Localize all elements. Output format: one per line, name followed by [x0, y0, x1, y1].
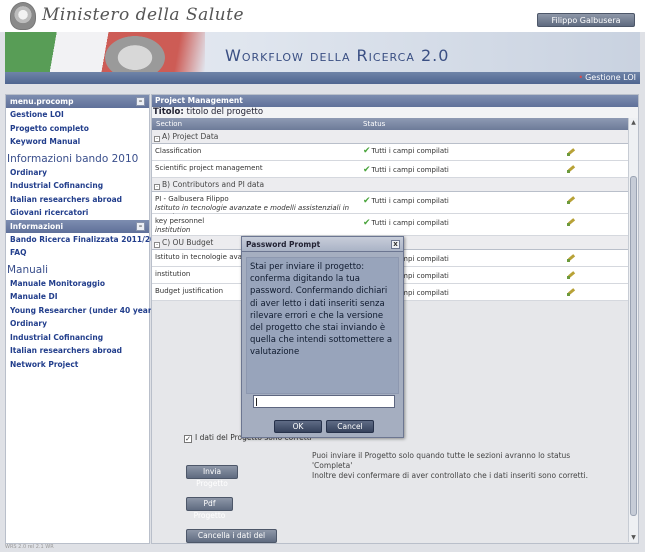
panel-title: Project Management: [152, 95, 638, 107]
dialog-title: Password Prompt: [246, 240, 321, 249]
ministry-logo-text: Ministero della Salute: [42, 5, 245, 25]
expand-icon[interactable]: -: [154, 241, 160, 248]
sidebar-menu-title: menu.procomp: [10, 97, 74, 106]
group-contributors[interactable]: - B) Contributors and PI data: [152, 178, 628, 192]
sidebar-item-faq[interactable]: FAQ: [6, 246, 149, 260]
sidebar-item-manuale-monitoraggio[interactable]: Manuale Monitoraggio: [6, 277, 149, 291]
row-section: key personnel institution: [155, 217, 205, 234]
app-title: Workflow della Ricerca 2.0: [225, 46, 450, 65]
titolo-value: titolo del progetto: [186, 107, 264, 117]
column-section: Section: [156, 120, 183, 128]
column-status: Status: [363, 120, 386, 128]
scroll-down-icon[interactable]: ▼: [630, 534, 637, 541]
sidebar-menu-header: menu.procomp –: [6, 95, 149, 108]
send-project-button[interactable]: Invia Progetto: [186, 465, 238, 488]
edit-pencil-icon[interactable]: [567, 217, 576, 226]
sidebar-section-bando: Informazioni bando 2010: [7, 152, 139, 165]
sidebar-item-keyword-manual[interactable]: Keyword Manual: [6, 135, 149, 149]
user-button[interactable]: Filippo Galbusera: [537, 13, 635, 27]
project-title-line: Titolo: titolo del progetto: [152, 107, 638, 118]
banner: Workflow della Ricerca 2.0: [5, 32, 640, 72]
row-section: Classification: [155, 147, 202, 155]
row-status: ✔Tutti i campi compilati: [363, 165, 449, 175]
confirm-checkbox[interactable]: ✓: [184, 435, 192, 443]
checkmark-icon: ✔: [363, 146, 371, 156]
submit-area: ✓I dati del Progetto sono corretti Puoi …: [152, 431, 628, 543]
nav-gestione-loi-link[interactable]: Gestione LOI: [578, 72, 636, 84]
delete-project-data-button[interactable]: Cancella i dati del progetto: [186, 529, 277, 543]
dialog-message: Stai per inviare il progetto: conferma d…: [246, 257, 399, 394]
edit-pencil-icon[interactable]: [567, 270, 576, 279]
collapse-icon[interactable]: –: [136, 97, 145, 106]
collapse-icon[interactable]: –: [136, 221, 145, 231]
row-status: ✔Tutti i campi compilati: [363, 196, 449, 206]
sidebar-item-progetto-completo[interactable]: Progetto completo: [6, 122, 149, 136]
nav-bar: Gestione LOI: [5, 72, 640, 84]
close-icon[interactable]: x: [391, 240, 400, 249]
edit-pencil-icon[interactable]: [567, 253, 576, 262]
expand-icon[interactable]: -: [154, 135, 160, 142]
submit-hint: Puoi inviare il Progetto solo quando tut…: [312, 451, 589, 480]
group-label: C) OU Budget: [162, 238, 214, 247]
group-label: A) Project Data: [162, 132, 219, 141]
edit-pencil-icon[interactable]: [567, 147, 576, 156]
checkmark-icon: ✔: [363, 165, 371, 175]
sidebar-item-italian-researchers-abroad[interactable]: Italian researchers abroad: [6, 193, 149, 207]
row-status: ✔Tutti i campi compilati: [363, 146, 449, 156]
checkmark-icon: ✔: [363, 196, 371, 206]
checkmark-icon: ✔: [363, 218, 371, 228]
expand-icon[interactable]: -: [154, 183, 160, 190]
sidebar-info-header: Informazioni –: [6, 219, 149, 233]
titolo-label: Titolo:: [153, 107, 184, 117]
sidebar-item-industrial-cofinancing-manual[interactable]: Industrial Cofinancing: [6, 331, 149, 345]
password-input[interactable]: [253, 395, 395, 408]
password-prompt-dialog: Password Prompt x Stai per inviare il pr…: [241, 236, 404, 438]
version-tag: WRS 2.0 rel 2.1 WR: [5, 544, 54, 550]
republic-emblem-icon: [10, 2, 36, 30]
row-status: ✔Tutti i campi compilati: [363, 218, 449, 228]
sidebar-item-ordinary-manual[interactable]: Ordinary: [6, 317, 149, 331]
edit-pencil-icon[interactable]: [567, 195, 576, 204]
table-row[interactable]: PI - Galbusera Filippo Istituto in tecno…: [152, 192, 628, 221]
sidebar-info-title: Informazioni: [10, 221, 64, 231]
sidebar-item-giovani-ricercatori[interactable]: Giovani ricercatori: [6, 206, 149, 220]
pdf-project-button[interactable]: Pdf Progetto: [186, 497, 233, 520]
sidebar-item-manuale-di[interactable]: Manuale DI: [6, 290, 149, 304]
statue-graphic: [105, 36, 165, 72]
sidebar-item-gestione-loi[interactable]: Gestione LOI: [6, 108, 149, 122]
sidebar-section-manuali: Manuali: [7, 263, 49, 276]
scroll-thumb[interactable]: [630, 176, 637, 516]
sidebar-item-network-project[interactable]: Network Project: [6, 358, 149, 372]
group-project-data[interactable]: - A) Project Data: [152, 130, 628, 144]
table-row[interactable]: key personnel institution ✔Tutti i campi…: [152, 214, 628, 236]
group-label: B) Contributors and PI data: [162, 180, 265, 189]
top-bar: Ministero della Salute Filippo Galbusera: [0, 0, 645, 32]
sidebar-item-italian-researchers-manual[interactable]: Italian researchers abroad: [6, 344, 149, 358]
sidebar-item-industrial-cofinancing[interactable]: Industrial Cofinancing: [6, 179, 149, 193]
table-row[interactable]: Scientific project management ✔Tutti i c…: [152, 161, 628, 178]
sidebar: menu.procomp – Gestione LOI Progetto com…: [5, 94, 166, 544]
table-header: Section Status: [152, 118, 628, 130]
edit-pencil-icon[interactable]: [567, 287, 576, 296]
cancel-button[interactable]: Cancel: [326, 420, 374, 433]
dialog-title-bar: Password Prompt x: [242, 237, 403, 252]
row-section: Scientific project management: [155, 164, 263, 172]
ok-button[interactable]: OK: [274, 420, 322, 433]
sidebar-item-bando-ricerca[interactable]: Bando Ricerca Finalizzata 2011/2012: [6, 233, 166, 247]
edit-pencil-icon[interactable]: [567, 164, 576, 173]
sidebar-item-young-researcher[interactable]: Young Researcher (under 40 years): [6, 304, 159, 318]
scroll-up-icon[interactable]: ▲: [630, 119, 637, 126]
sidebar-item-ordinary[interactable]: Ordinary: [6, 166, 149, 180]
scrollbar[interactable]: ▲ ▼: [628, 118, 638, 542]
table-row[interactable]: Classification ✔Tutti i campi compilati: [152, 144, 628, 161]
